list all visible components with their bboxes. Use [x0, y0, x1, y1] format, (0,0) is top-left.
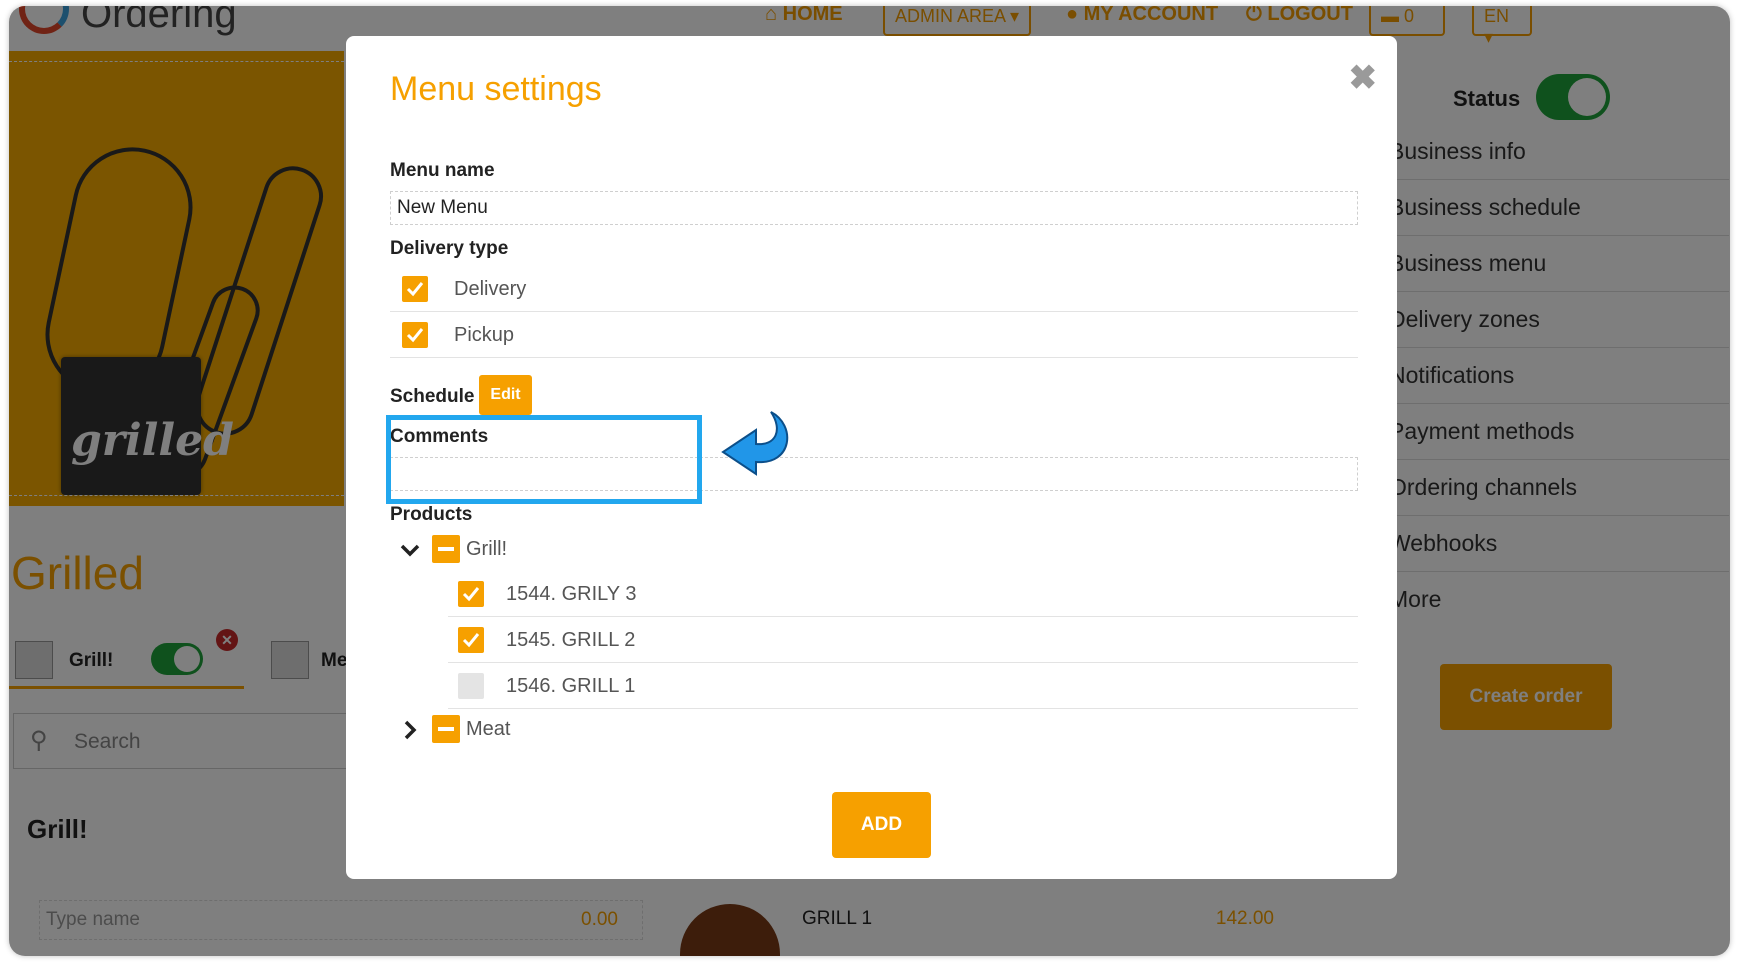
delivery-type-option[interactable]: Delivery	[390, 266, 1358, 312]
check-icon	[406, 328, 424, 343]
menu-name-input[interactable]	[390, 191, 1358, 225]
check-icon	[462, 633, 480, 648]
delivery-type-label: Delivery type	[390, 238, 509, 259]
chevron-down-icon[interactable]	[398, 538, 422, 562]
products-label: Products	[390, 504, 473, 525]
curved-arrow-icon	[721, 411, 789, 476]
chevron-right-icon[interactable]	[398, 718, 422, 742]
product-category-row: Meat	[390, 712, 1358, 748]
edit-schedule-button[interactable]: Edit	[479, 375, 532, 415]
pickup-option-label: Pickup	[454, 324, 515, 346]
category-label: Meat	[466, 718, 511, 740]
product-option-label: 1546. GRILL 1	[506, 675, 636, 697]
product-option[interactable]: 1544. GRILY 3	[448, 571, 1358, 617]
menu-name-label: Menu name	[390, 160, 495, 181]
app-window: Ordering ⌂ HOME ADMIN AREA ▾ ● MY ACCOUN…	[9, 6, 1730, 956]
add-button[interactable]: ADD	[832, 792, 931, 858]
pickup-checkbox[interactable]	[402, 322, 428, 348]
delivery-option-label: Delivery	[454, 278, 527, 300]
product-category-row: Grill!	[390, 532, 1358, 568]
delivery-type-option[interactable]: Pickup	[390, 312, 1358, 358]
modal-title: Menu settings	[390, 70, 602, 108]
check-icon	[406, 282, 424, 297]
comments-highlight-box	[386, 415, 702, 504]
product-checkbox[interactable]	[458, 673, 484, 699]
check-icon	[462, 587, 480, 602]
product-option-label: 1545. GRILL 2	[506, 629, 636, 651]
product-checkbox[interactable]	[458, 581, 484, 607]
schedule-label: Schedule	[390, 386, 475, 407]
product-option[interactable]: 1545. GRILL 2	[448, 617, 1358, 663]
product-option-label: 1544. GRILY 3	[506, 583, 637, 605]
category-partial-checkbox[interactable]	[432, 715, 460, 743]
product-checkbox[interactable]	[458, 627, 484, 653]
delivery-checkbox[interactable]	[402, 276, 428, 302]
product-option[interactable]: 1546. GRILL 1	[448, 663, 1358, 709]
close-icon[interactable]: ✖	[1349, 58, 1378, 98]
category-partial-checkbox[interactable]	[432, 535, 460, 563]
category-label: Grill!	[466, 538, 508, 560]
